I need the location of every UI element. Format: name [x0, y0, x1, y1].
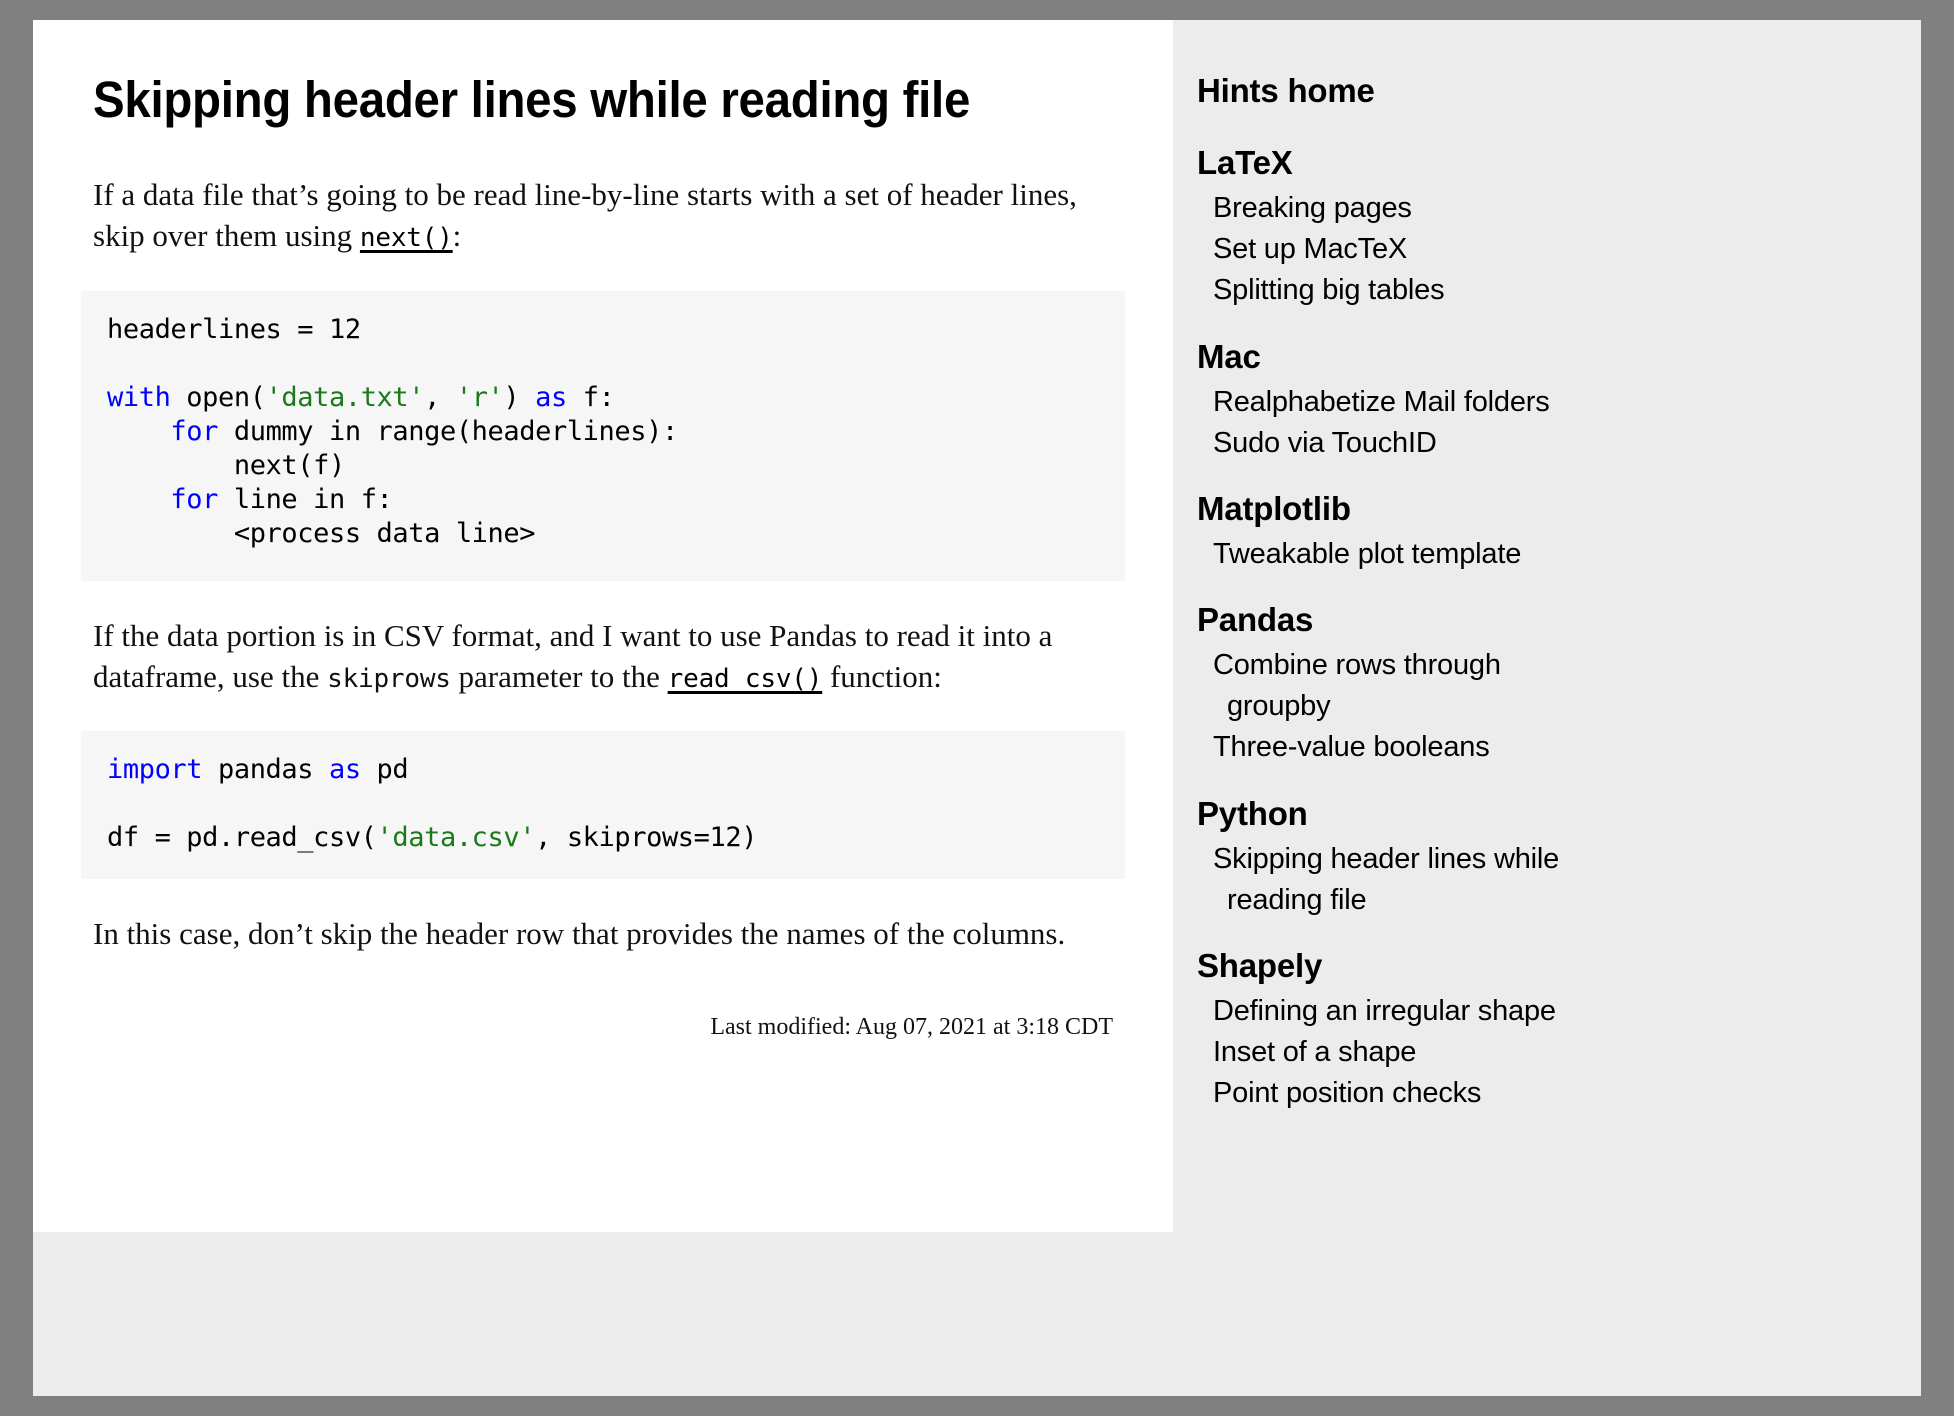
keyword-import: import — [107, 754, 203, 786]
sidebar: Hints home LaTeX Breaking pages Set up M… — [1173, 20, 1921, 1396]
keyword-as-2: as — [328, 754, 361, 786]
read-csv-function-link-label: read_csv() — [667, 663, 823, 694]
keyword-for-2: for — [170, 483, 218, 515]
code-indent-1 — [107, 416, 170, 447]
page-title: Skipping header lines while reading file — [93, 71, 971, 128]
code-next-f: next(f) — [107, 449, 345, 481]
sidebar-heading-mac: Mac — [1197, 337, 1261, 375]
sidebar-group-mac: Mac Realphabetize Mail folders Sudo via … — [1197, 338, 1887, 464]
sidebar-item-breaking-pages[interactable]: Breaking pages — [1213, 188, 1577, 229]
sidebar-group-python: Python Skipping header lines while readi… — [1197, 795, 1887, 921]
sidebar-group-shapely: Shapely Defining an irregular shape Inse… — [1197, 947, 1887, 1115]
sidebar-heading-latex: LaTeX — [1197, 144, 1293, 181]
page-container: Skipping header lines while reading file… — [33, 20, 1921, 1396]
code-for-line-in-f: line in f: — [218, 483, 393, 515]
sidebar-heading-matplotlib: Matplotlib — [1197, 489, 1351, 527]
code-alias-pd: pd — [360, 754, 409, 786]
code-skiprows-arg: , skiprows=12) — [535, 822, 758, 854]
sidebar-group-pandas: Pandas Combine rows through groupby Thre… — [1197, 601, 1887, 769]
sidebar-item-sudo-via-touchid[interactable]: Sudo via TouchID — [1213, 423, 1577, 464]
sidebar-item-point-position-checks[interactable]: Point position checks — [1213, 1073, 1577, 1114]
sidebar-heading-shapely: Shapely — [1197, 946, 1323, 984]
code-open-call: open( — [170, 381, 266, 413]
pandas-paragraph: If the data portion is in CSV format, an… — [93, 615, 1123, 697]
keyword-for-1: for — [170, 415, 218, 447]
sidebar-item-defining-an-irregular-shape[interactable]: Defining an irregular shape — [1213, 991, 1577, 1032]
code-df-readcsv: df = pd.read_csv( — [107, 822, 377, 854]
sidebar-item-skipping-header-lines[interactable]: Skipping header lines while reading file — [1213, 839, 1577, 921]
main-content: Skipping header lines while reading file… — [33, 20, 1173, 1232]
code-pandas-module: pandas — [202, 754, 329, 786]
code-indent-2 — [107, 484, 170, 515]
intro-paragraph: If a data file that’s going to be read l… — [93, 174, 1123, 256]
keyword-with: with — [107, 381, 171, 413]
sidebar-item-combine-rows-through-groupby[interactable]: Combine rows through groupby — [1213, 645, 1577, 727]
next-function-link-label: next() — [359, 223, 453, 254]
intro-text-before: If a data file that’s going to be read l… — [93, 177, 1077, 254]
code-block-pandas: import pandas as pd df = pd.read_csv('da… — [81, 731, 1125, 880]
code-for-dummy-range: dummy in range(headerlines): — [218, 415, 678, 447]
next-function-link[interactable]: next() — [360, 218, 453, 253]
sidebar-item-set-up-mactex[interactable]: Set up MacTeX — [1213, 229, 1577, 270]
pandas-text-part-2: parameter to the — [450, 658, 668, 694]
sidebar-item-splitting-big-tables[interactable]: Splitting big tables — [1213, 270, 1577, 311]
string-data-csv: 'data.csv' — [376, 822, 536, 854]
string-mode-r: 'r' — [455, 381, 504, 413]
sidebar-item-tweakable-plot-template[interactable]: Tweakable plot template — [1213, 534, 1577, 575]
inline-code-skiprows: skiprows — [327, 663, 451, 694]
intro-text-after: : — [452, 218, 462, 254]
code-line-headerlines: headerlines = 12 — [107, 313, 361, 345]
string-data-txt: 'data.txt' — [265, 381, 425, 413]
sidebar-group-matplotlib: Matplotlib Tweakable plot template — [1197, 490, 1887, 575]
last-modified-timestamp: Last modified: Aug 07, 2021 at 3:18 CDT — [710, 1014, 1113, 1041]
code-alias-f: f: — [566, 381, 615, 413]
sidebar-item-three-value-booleans[interactable]: Three-value booleans — [1213, 727, 1577, 768]
read-csv-function-link[interactable]: read_csv() — [668, 659, 823, 694]
sidebar-group-latex: LaTeX Breaking pages Set up MacTeX Split… — [1197, 144, 1887, 312]
code-comma-1: , — [424, 381, 456, 413]
sidebar-heading-python: Python — [1197, 794, 1308, 832]
sidebar-heading-pandas: Pandas — [1197, 601, 1314, 639]
keyword-as: as — [535, 381, 567, 413]
sidebar-item-realphabetize-mail-folders[interactable]: Realphabetize Mail folders — [1213, 382, 1577, 423]
sidebar-item-inset-of-a-shape[interactable]: Inset of a shape — [1213, 1032, 1577, 1073]
code-paren-close-1: ) — [503, 381, 536, 413]
code-process-data-line: <process data line> — [107, 517, 536, 549]
code-block-file-reading: headerlines = 12 with open('data.txt', '… — [81, 290, 1125, 581]
sidebar-item-hints-home[interactable]: Hints home — [1197, 72, 1887, 110]
pandas-text-part-3: function: — [822, 658, 942, 694]
closing-paragraph: In this case, don’t skip the header row … — [93, 916, 1066, 952]
